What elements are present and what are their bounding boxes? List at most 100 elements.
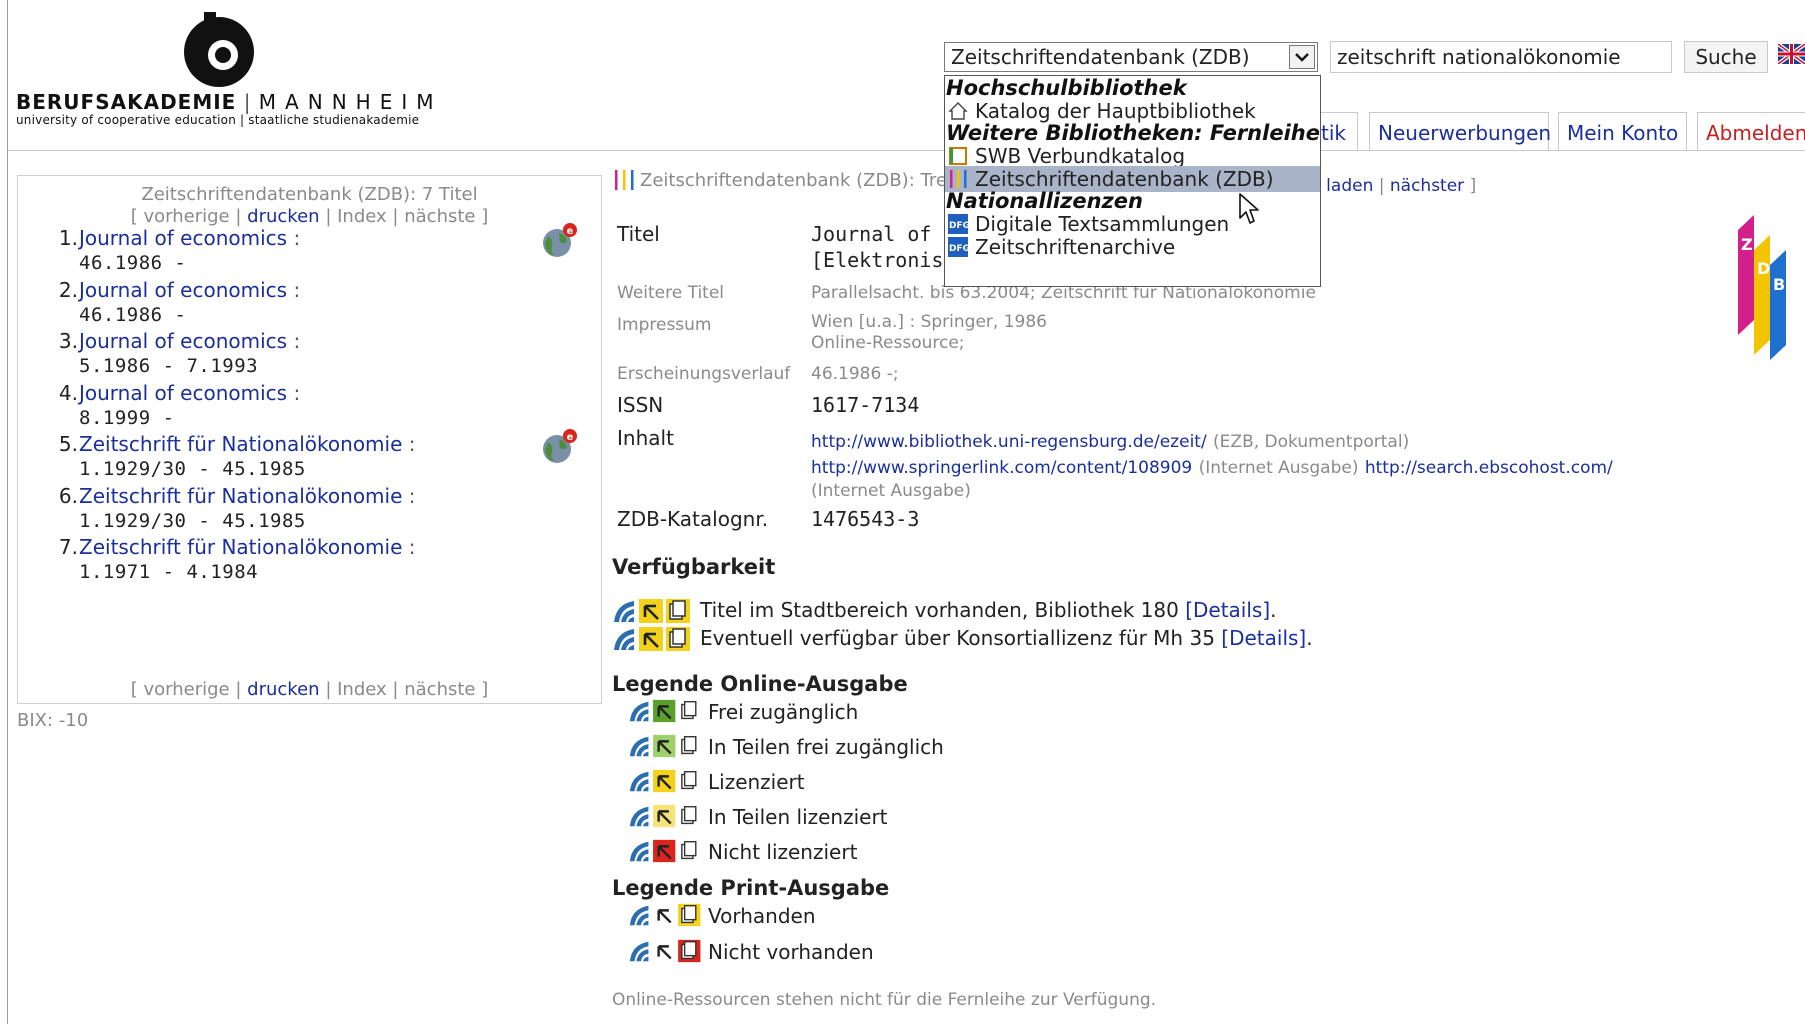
next-record-link[interactable]: nächster <box>1390 176 1464 196</box>
legend-print-heading: Legende Print-Ausgabe <box>612 876 890 900</box>
result-holdings: 1.1929/30 - 45.1985 <box>79 458 306 480</box>
pager-next: nächste <box>404 206 476 227</box>
field-value-inhalt-2: http://www.springerlink.com/content/1089… <box>811 458 1613 478</box>
pager-prev: vorherige <box>143 206 230 227</box>
result-number: 3. <box>58 329 78 353</box>
dropdown-group-label: Weitere Bibliotheken: Fernleihe <box>946 121 1320 145</box>
detail-breadcrumb: Zeitschriftendatenbank (ZDB): Tre <box>640 170 947 191</box>
field-value-impressum-2: Online-Ressource; <box>811 333 965 353</box>
legend-status-icon <box>628 938 701 964</box>
availability-status-icon <box>612 626 690 652</box>
page-border <box>7 0 8 1024</box>
field-value-zdb-katalognr: 1476543-3 <box>811 507 920 531</box>
legend-status-icon <box>628 698 701 724</box>
svg-text:D: D <box>1757 259 1770 278</box>
field-label-titel: Titel <box>617 222 660 246</box>
svg-text:B: B <box>1773 275 1785 294</box>
online-globe-icon[interactable]: e <box>540 222 578 260</box>
header-divider <box>8 150 1805 151</box>
result-item: 3. Journal of economics :5.1986 - 7.1993 <box>18 329 601 387</box>
institution-logo[interactable]: BERUFSAKADEMIE | MANNHEIM university of … <box>16 10 434 135</box>
field-label-inhalt: Inhalt <box>617 426 674 450</box>
field-label-issn: ISSN <box>617 393 664 417</box>
result-title-link[interactable]: Zeitschrift für Nationalökonomie : <box>79 432 416 456</box>
pager-print-link[interactable]: drucken <box>247 206 319 227</box>
footnote: Online-Ressourcen stehen nicht für die F… <box>612 990 1157 1010</box>
result-number: 6. <box>58 483 78 508</box>
tab-mein-konto[interactable]: Mein Konto <box>1558 112 1687 150</box>
detail-nav: u laden | nächster ] <box>1310 176 1477 196</box>
dfg-icon: DFG <box>948 237 970 257</box>
details-link[interactable]: [Details] <box>1185 598 1270 622</box>
result-number: 2. <box>58 277 78 302</box>
legend-status-icon <box>628 733 701 759</box>
svg-text:DFG: DFG <box>949 221 968 231</box>
svg-text:e: e <box>567 432 574 443</box>
legend-label: Lizenziert <box>708 770 805 794</box>
tab-neuerwerbungen[interactable]: Neuerwerbungen <box>1369 112 1551 150</box>
field-value-issn: 1617-7134 <box>811 393 920 417</box>
result-holdings: 46.1986 - <box>79 303 187 326</box>
result-title-link[interactable]: Zeitschrift für Nationalökonomie : <box>79 535 416 559</box>
result-title-link[interactable]: Journal of economics : <box>79 226 300 250</box>
mouse-cursor-icon <box>1239 193 1259 224</box>
details-link[interactable]: [Details] <box>1221 626 1306 650</box>
catalog-dropdown: Hochschulbibliothek Katalog der Hauptbibl… <box>944 75 1321 287</box>
legend-label: Frei zugänglich <box>708 700 859 724</box>
pager-print-link[interactable]: drucken <box>247 679 319 700</box>
zdb-icon <box>615 170 634 190</box>
legend-label: Nicht lizenziert <box>708 840 858 864</box>
result-item: 5. Zeitschrift für Nationalökonomie :1.19… <box>18 429 601 490</box>
logo-mark-icon <box>184 12 254 87</box>
dfg-icon: DFG <box>948 214 970 234</box>
logo-subtitle: university of cooperative education | st… <box>16 113 420 127</box>
result-number: 7. <box>58 535 78 559</box>
zdb-logo-icon: Z D B <box>1738 215 1786 360</box>
result-holdings: 5.1986 - 7.1993 <box>79 355 259 377</box>
svg-text:e: e <box>567 226 574 237</box>
search-button[interactable]: Suche <box>1684 41 1768 73</box>
results-panel: Zeitschriftendatenbank (ZDB): 7 Titel [ … <box>17 175 602 704</box>
legend-status-icon <box>628 803 701 829</box>
availability-heading: Verfügbarkeit <box>612 555 776 579</box>
result-title-link[interactable]: Zeitschrift für Nationalökonomie : <box>79 484 416 508</box>
result-holdings: 1.1929/30 - 45.1985 <box>79 509 306 532</box>
field-label-weitere-titel: Weitere Titel <box>617 283 725 303</box>
field-value-impressum: Wien [u.a.] : Springer, 1986 <box>811 312 1047 332</box>
availability-text: Titel im Stadtbereich vorhanden, Bibliot… <box>700 598 1277 622</box>
search-input[interactable] <box>1330 41 1672 73</box>
chevron-down-icon[interactable] <box>1289 45 1315 69</box>
legend-label: In Teilen frei zugänglich <box>708 735 944 759</box>
svg-text:Z: Z <box>1741 235 1753 254</box>
catalog-select[interactable]: Zeitschriftendatenbank (ZDB) <box>944 42 1318 72</box>
result-number: 1. <box>58 226 78 250</box>
field-value-erscheinungsverlauf: 46.1986 -; <box>811 364 899 384</box>
field-label-impressum: Impressum <box>617 315 712 335</box>
result-holdings: 8.1999 - <box>79 406 175 429</box>
pager-top: [ vorherige | drucken | Index | nächste … <box>130 206 489 227</box>
bix-label: BIX: -10 <box>17 710 89 731</box>
pager-bottom: [ vorherige | drucken | Index | nächste … <box>130 679 489 700</box>
result-title-link[interactable]: Journal of economics : <box>79 381 300 405</box>
house-icon <box>948 101 968 121</box>
legend-status-icon <box>628 768 701 794</box>
url-link-ezb[interactable]: http://www.bibliothek.uni-regensburg.de/… <box>811 432 1207 452</box>
pager-index: Index <box>337 206 387 227</box>
result-item: 7. Zeitschrift für Nationalökonomie :1.19… <box>18 535 601 593</box>
result-holdings: 46.1986 - <box>79 252 187 274</box>
legend-online-heading: Legende Online-Ausgabe <box>612 672 908 696</box>
svg-text:DFG: DFG <box>949 244 968 254</box>
dropdown-option-label: Zeitschriftenarchive <box>975 235 1176 259</box>
result-title-link[interactable]: Journal of economics : <box>79 278 300 302</box>
url-link-ebsco[interactable]: http://search.ebscohost.com/ <box>1365 458 1613 478</box>
dropdown-option[interactable]: DFG Zeitschriftenarchive <box>945 234 1320 260</box>
url-link-springer[interactable]: http://www.springerlink.com/content/1089… <box>811 458 1192 478</box>
result-title-link[interactable]: Journal of economics : <box>79 329 300 353</box>
online-globe-icon[interactable]: e <box>540 428 578 466</box>
legend-label: Vorhanden <box>708 904 816 928</box>
english-flag-icon[interactable] <box>1778 44 1805 64</box>
result-item: 6. Zeitschrift für Nationalökonomie :1.19… <box>18 484 601 542</box>
zdb-icon <box>948 169 968 189</box>
swb-icon <box>948 146 968 166</box>
tab-abmelden[interactable]: Abmelden <box>1697 112 1805 150</box>
